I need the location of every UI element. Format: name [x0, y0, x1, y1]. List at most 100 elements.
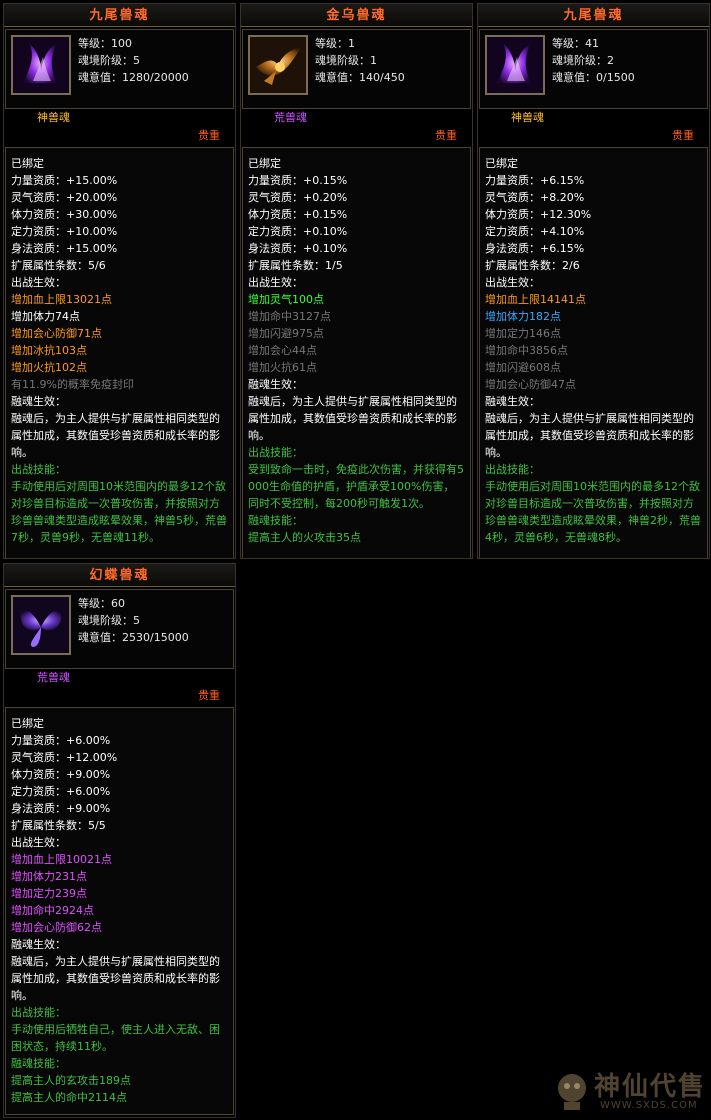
description-line: 增加体力74点	[11, 310, 80, 323]
soul-card-1: 九尾兽魂 等级：100 魂境阶级：5 魂意值：1280/20000 神兽魂 贵重…	[3, 3, 236, 559]
description-line: 融魂生效：	[11, 938, 66, 951]
description-line: 体力资质：+12.30%	[485, 208, 592, 221]
soul-type: 神兽魂	[37, 111, 70, 124]
description-line: 出战技能：	[11, 1006, 66, 1019]
description-line: 力量资质：+6.00%	[11, 734, 111, 747]
description-line: 融魂后，为主人提供与扩展属性相同类型的属性加成，其数值受珍兽资质和成长率的影响。	[11, 412, 220, 459]
description-line: 融魂技能：	[248, 514, 303, 527]
description-line: 融魂后，为主人提供与扩展属性相同类型的属性加成，其数值受珍兽资质和成长率的影响。	[485, 412, 694, 459]
phantom-butterfly-icon[interactable]	[11, 595, 71, 655]
rarity-label: 贵重	[672, 129, 694, 142]
watermark-url: WWW.SXDS.COM	[600, 1100, 698, 1111]
description-line: 已绑定	[248, 157, 281, 170]
description-line: 增加血上限10021点	[11, 853, 112, 866]
description-line: 融魂技能：	[11, 1057, 66, 1070]
card-description: 已绑定力量资质：+0.15% 灵气资质：+0.20% 体力资质：+0.15% 定力资质…	[242, 147, 471, 559]
description-line: 身法资质：+6.15%	[485, 242, 585, 255]
card-description: 已绑定力量资质：+6.00% 灵气资质：+12.00% 体力资质：+9.00% 定力资…	[5, 707, 234, 1115]
level-text: 等级：100	[78, 37, 132, 50]
nine-tail-fox-icon[interactable]	[485, 35, 545, 95]
card-title: 幻蝶兽魂	[3, 563, 236, 587]
description-line: 增加会心防御62点	[11, 921, 102, 934]
description-line: 灵气资质：+0.20%	[248, 191, 348, 204]
description-line: 扩展属性条数：2/6	[485, 259, 580, 272]
stage-text: 魂境阶级：2	[552, 54, 614, 67]
description-line: 出战生效：	[11, 836, 66, 849]
watermark-logo: 神仙代售 WWW.SXDS.COM	[552, 1062, 710, 1118]
description-line: 出战生效：	[11, 276, 66, 289]
card-header: 等级：100 魂境阶级：5 魂意值：1280/20000	[5, 29, 234, 109]
description-line: 有11.9%的概率免疫封印	[11, 378, 134, 391]
description-line: 增加体力231点	[11, 870, 87, 883]
card-header: 等级：60 魂境阶级：5 魂意值：2530/15000	[5, 589, 234, 669]
description-line: 融魂后，为主人提供与扩展属性相同类型的属性加成，其数值受珍兽资质和成长率的影响。	[11, 955, 220, 1002]
description-line: 定力资质：+4.10%	[485, 225, 585, 238]
description-line: 增加冰抗103点	[11, 344, 87, 357]
description-line: 融魂生效：	[485, 395, 540, 408]
description-line: 身法资质：+9.00%	[11, 802, 111, 815]
description-line: 提高主人的命中2114点	[11, 1091, 127, 1104]
description-line: 扩展属性条数：5/5	[11, 819, 106, 832]
card-title: 九尾兽魂	[477, 3, 710, 27]
soul-value-text: 魂意值：2530/15000	[78, 631, 189, 644]
description-line: 力量资质：+15.00%	[11, 174, 118, 187]
soul-type: 神兽魂	[511, 111, 544, 124]
description-line: 手动使用后对周围10米范围内的最多12个敌对珍兽目标造成一次普攻伤害，并按照对方…	[11, 480, 227, 544]
stage-text: 魂境阶级：1	[315, 54, 377, 67]
rarity-label: 贵重	[198, 129, 220, 142]
description-line: 灵气资质：+12.00%	[11, 751, 118, 764]
nine-tail-fox-icon[interactable]	[11, 35, 71, 95]
description-line: 定力资质：+10.00%	[11, 225, 118, 238]
description-line: 增加血上限14141点	[485, 293, 586, 306]
soul-card-2: 金乌兽魂 等级：1 魂境阶级：1 魂意值：140/450 荒兽魂 贵重 已绑定力…	[240, 3, 473, 559]
golden-crow-icon[interactable]	[248, 35, 308, 95]
description-line: 已绑定	[11, 717, 44, 730]
description-line: 增加火抗102点	[11, 361, 87, 374]
card-stats: 等级：1 魂境阶级：1 魂意值：140/450	[315, 35, 405, 86]
description-line: 体力资质：+30.00%	[11, 208, 118, 221]
description-line: 提高主人的火攻击35点	[248, 531, 361, 544]
card-description: 已绑定 力量资质：+15.00% 灵气资质：+20.00% 体力资质：+30.00% 定…	[5, 147, 234, 559]
description-line: 增加会心防御71点	[11, 327, 102, 340]
stage-text: 魂境阶级：5	[78, 614, 140, 627]
card-stats: 等级：60 魂境阶级：5 魂意值：2530/15000	[78, 595, 189, 646]
card-description: 已绑定力量资质：+6.15% 灵气资质：+8.20% 体力资质：+12.30% 定力资…	[479, 147, 708, 559]
card-stats: 等级：100 魂境阶级：5 魂意值：1280/20000	[78, 35, 189, 86]
description-line: 体力资质：+9.00%	[11, 768, 111, 781]
description-line: 增加会心防御47点	[485, 378, 576, 391]
description-line: 体力资质：+0.15%	[248, 208, 348, 221]
rarity-label: 贵重	[198, 689, 220, 702]
description-line: 灵气资质：+8.20%	[485, 191, 585, 204]
description-line: 力量资质：+0.15%	[248, 174, 348, 187]
description-line: 增加定力146点	[485, 327, 561, 340]
description-line: 融魂后，为主人提供与扩展属性相同类型的属性加成，其数值受珍兽资质和成长率的影响。	[248, 395, 457, 442]
card-header: 等级：41 魂境阶级：2 魂意值：0/1500	[479, 29, 708, 109]
description-line: 力量资质：+6.15%	[485, 174, 585, 187]
description-line: 扩展属性条数：5/6	[11, 259, 106, 272]
description-line: 增加体力182点	[485, 310, 561, 323]
description-line: 增加闪避975点	[248, 327, 324, 340]
card-stats: 等级：41 魂境阶级：2 魂意值：0/1500	[552, 35, 635, 86]
level-text: 等级：41	[552, 37, 599, 50]
description-line: 定力资质：+0.10%	[248, 225, 348, 238]
description-line: 已绑定	[485, 157, 518, 170]
description-line: 增加命中3856点	[485, 344, 568, 357]
description-line: 增加命中2924点	[11, 904, 94, 917]
soul-type: 荒兽魂	[37, 671, 70, 684]
description-line: 出战技能：	[11, 463, 66, 476]
soul-value-text: 魂意值：140/450	[315, 71, 405, 84]
description-line: 受到致命一击时，免疫此次伤害，并获得有5000生命值的护盾，护盾承受100%伤害…	[248, 463, 464, 510]
description-line: 增加命中3127点	[248, 310, 331, 323]
description-line: 出战技能：	[485, 463, 540, 476]
description-line: 增加火抗61点	[248, 361, 317, 374]
description-line: 定力资质：+6.00%	[11, 785, 111, 798]
card-header: 等级：1 魂境阶级：1 魂意值：140/450	[242, 29, 471, 109]
mascot-icon	[558, 1074, 586, 1110]
description-line: 提高主人的玄攻击189点	[11, 1074, 131, 1087]
description-line: 手动使用后对周围10米范围内的最多12个敌对珍兽目标造成一次普攻伤害，并按照对方…	[485, 480, 701, 544]
description-line: 身法资质：+15.00%	[11, 242, 118, 255]
soul-card-3: 九尾兽魂 等级：41 魂境阶级：2 魂意值：0/1500 神兽魂 贵重 已绑定力…	[477, 3, 710, 559]
description-line: 手动使用后牺牲自己，使主人进入无敌、困困状态，持续11秒。	[11, 1023, 220, 1053]
description-line: 增加定力239点	[11, 887, 87, 900]
description-line: 灵气资质：+20.00%	[11, 191, 118, 204]
